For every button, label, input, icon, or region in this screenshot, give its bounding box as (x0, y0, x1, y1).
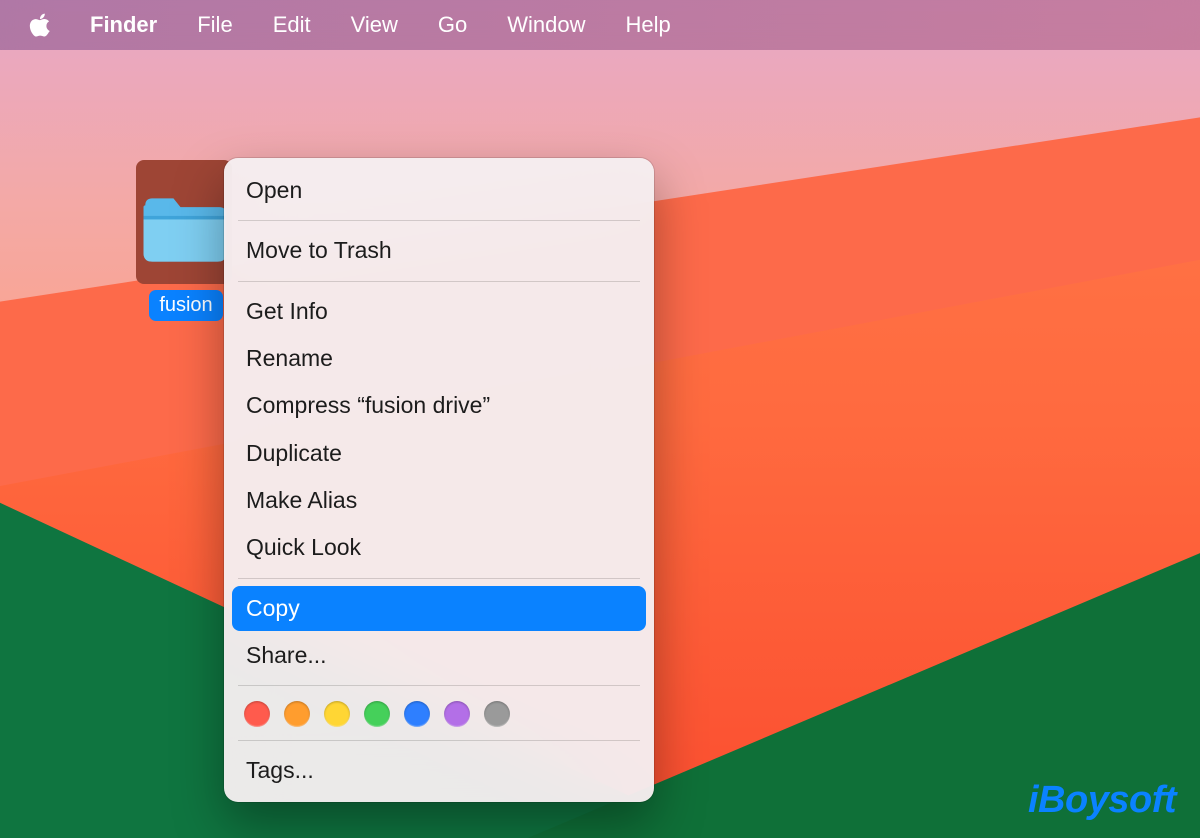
context-menu-item-open[interactable]: Open (232, 168, 646, 213)
context-menu-item-tags[interactable]: Tags... (232, 748, 646, 793)
menubar-item-file[interactable]: File (179, 6, 250, 44)
menubar-item-go[interactable]: Go (420, 6, 485, 44)
menubar-app-name[interactable]: Finder (72, 6, 175, 44)
context-menu-separator (238, 685, 640, 686)
menubar-item-help[interactable]: Help (608, 6, 689, 44)
context-menu-item-duplicate[interactable]: Duplicate (232, 431, 646, 476)
watermark-text: iBoysoft (1028, 779, 1176, 822)
tag-color-red[interactable] (244, 701, 270, 727)
context-menu-item-compress[interactable]: Compress “fusion drive” (232, 383, 646, 428)
context-menu-item-copy[interactable]: Copy (232, 586, 646, 631)
tag-color-green[interactable] (364, 701, 390, 727)
context-menu-item-quick-look[interactable]: Quick Look (232, 525, 646, 570)
context-menu-item-rename[interactable]: Rename (232, 336, 646, 381)
context-menu-separator (238, 220, 640, 221)
desktop-folder-selection (136, 160, 232, 284)
context-menu-separator (238, 740, 640, 741)
context-menu-separator (238, 578, 640, 579)
desktop[interactable]: Finder File Edit View Go Window Help fus… (0, 0, 1200, 838)
menubar-item-view[interactable]: View (333, 6, 416, 44)
apple-logo-icon[interactable] (24, 11, 68, 39)
menubar-item-edit[interactable]: Edit (255, 6, 329, 44)
tag-color-gray[interactable] (484, 701, 510, 727)
tag-color-purple[interactable] (444, 701, 470, 727)
context-menu-item-move-to-trash[interactable]: Move to Trash (232, 228, 646, 273)
context-menu-item-share[interactable]: Share... (232, 633, 646, 678)
desktop-folder-label: fusion (149, 290, 222, 321)
context-menu-separator (238, 281, 640, 282)
folder-icon (140, 176, 228, 284)
menubar-item-window[interactable]: Window (489, 6, 603, 44)
tag-color-orange[interactable] (284, 701, 310, 727)
context-menu-item-get-info[interactable]: Get Info (232, 289, 646, 334)
context-menu-item-make-alias[interactable]: Make Alias (232, 478, 646, 523)
context-menu-tag-colors (224, 693, 654, 733)
desktop-folder[interactable]: fusion (136, 160, 236, 326)
tag-color-blue[interactable] (404, 701, 430, 727)
context-menu: Open Move to Trash Get Info Rename Compr… (224, 158, 654, 802)
tag-color-yellow[interactable] (324, 701, 350, 727)
menubar: Finder File Edit View Go Window Help (0, 0, 1200, 50)
